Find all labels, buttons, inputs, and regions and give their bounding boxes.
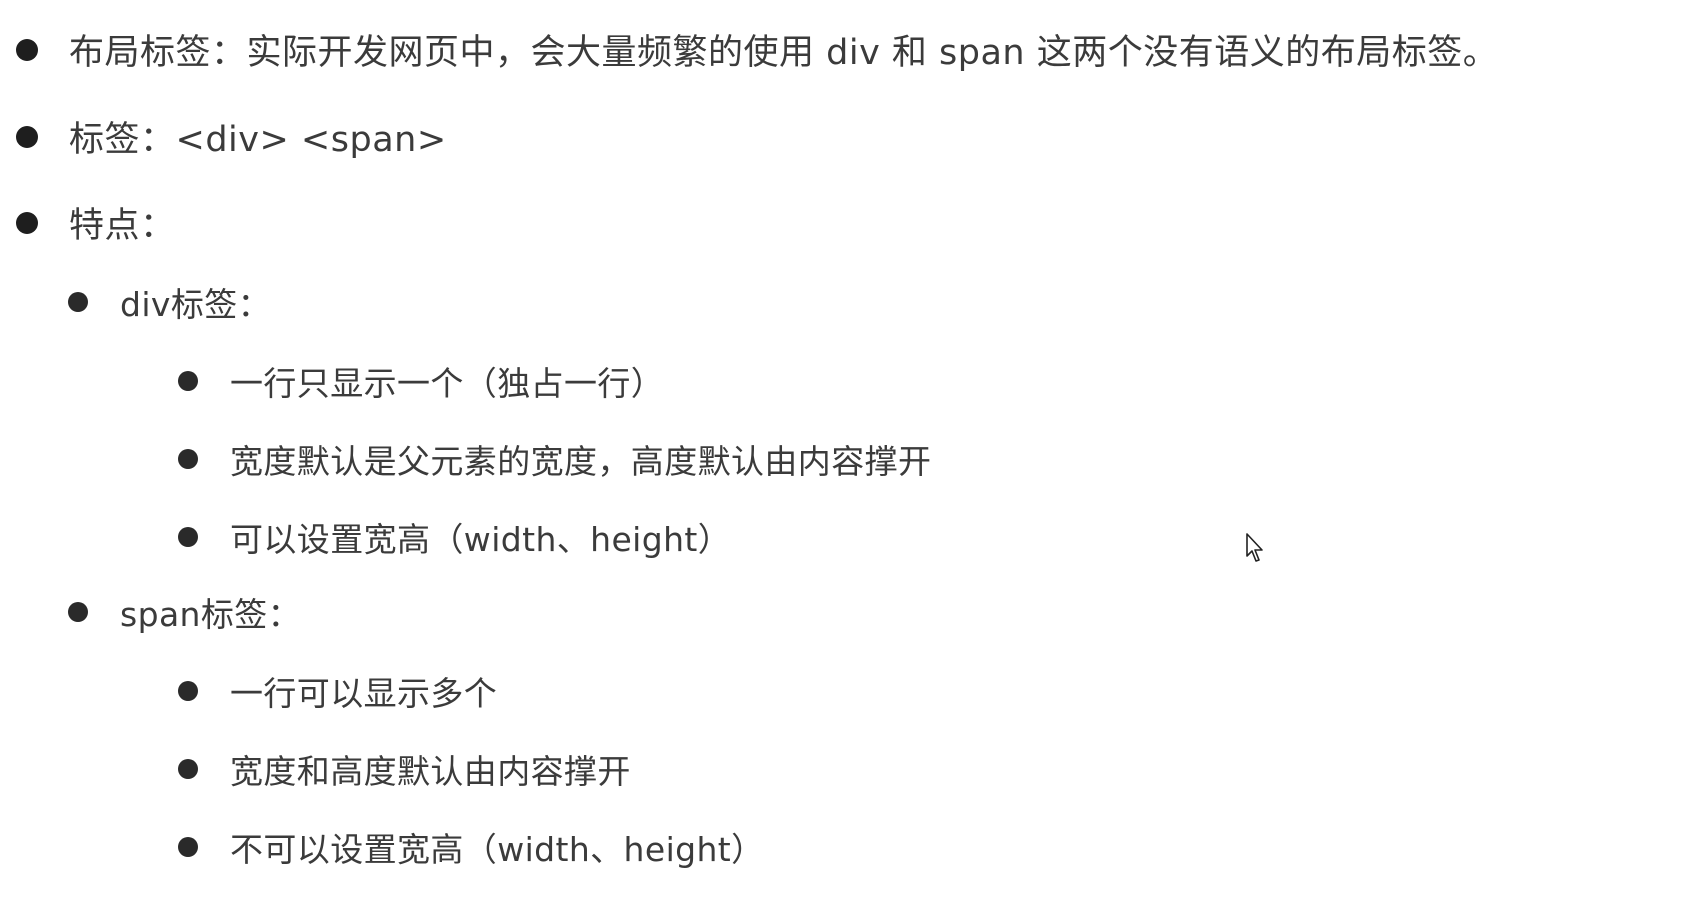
bullet-icon bbox=[178, 837, 198, 857]
bullet-icon bbox=[16, 211, 38, 234]
mouse-pointer-icon bbox=[1246, 533, 1263, 562]
list-item-div-default-size: 宽度默认是父元素的宽度，高度默认由内容撑开 bbox=[178, 435, 931, 483]
bullet-icon bbox=[16, 125, 38, 148]
list-item-span-multiple-per-line: 一行可以显示多个 bbox=[178, 667, 497, 715]
list-item-text: 一行只显示一个（独占一行） bbox=[230, 364, 665, 403]
list-item-text: span标签： bbox=[120, 595, 302, 634]
list-item-text: 特点： bbox=[69, 206, 176, 246]
list-item-text: 不可以设置宽高（width、height） bbox=[230, 830, 765, 869]
list-item-layout-tags: 布局标签：实际开发网页中，会大量频繁的使用 div 和 span 这两个没有语义… bbox=[16, 24, 1498, 75]
list-item-text: div标签： bbox=[120, 285, 272, 324]
list-item-text: 宽度默认是父元素的宽度，高度默认由内容撑开 bbox=[230, 442, 932, 481]
bullet-icon bbox=[16, 38, 38, 61]
list-item-div-one-per-line: 一行只显示一个（独占一行） bbox=[178, 357, 664, 405]
bullet-icon bbox=[68, 602, 88, 622]
list-item-span-cannot-set-size: 不可以设置宽高（width、height） bbox=[178, 823, 765, 871]
list-item-text: 布局标签：实际开发网页中，会大量频繁的使用 div 和 span 这两个没有语义… bbox=[69, 33, 1499, 73]
list-item-text: 可以设置宽高（width、height） bbox=[230, 520, 732, 559]
bullet-icon bbox=[178, 371, 198, 391]
bullet-icon bbox=[178, 449, 198, 469]
list-item-text: 标签：<div> <span> bbox=[69, 120, 447, 160]
bullet-icon bbox=[178, 681, 198, 701]
bullet-icon bbox=[68, 292, 88, 312]
list-item-span-tag: span标签： bbox=[68, 588, 301, 636]
list-item-span-default-size: 宽度和高度默认由内容撑开 bbox=[178, 745, 631, 793]
list-item-text: 一行可以显示多个 bbox=[230, 674, 498, 713]
bullet-icon bbox=[178, 759, 198, 779]
list-item-div-tag: div标签： bbox=[68, 278, 271, 326]
bullet-icon bbox=[178, 527, 198, 547]
list-item-div-can-set-size: 可以设置宽高（width、height） bbox=[178, 513, 731, 561]
list-item-text: 宽度和高度默认由内容撑开 bbox=[230, 752, 631, 791]
slide-content: 布局标签：实际开发网页中，会大量频繁的使用 div 和 span 这两个没有语义… bbox=[0, 0, 1702, 902]
list-item-features: 特点： bbox=[16, 197, 176, 248]
list-item-tags: 标签：<div> <span> bbox=[16, 111, 447, 162]
